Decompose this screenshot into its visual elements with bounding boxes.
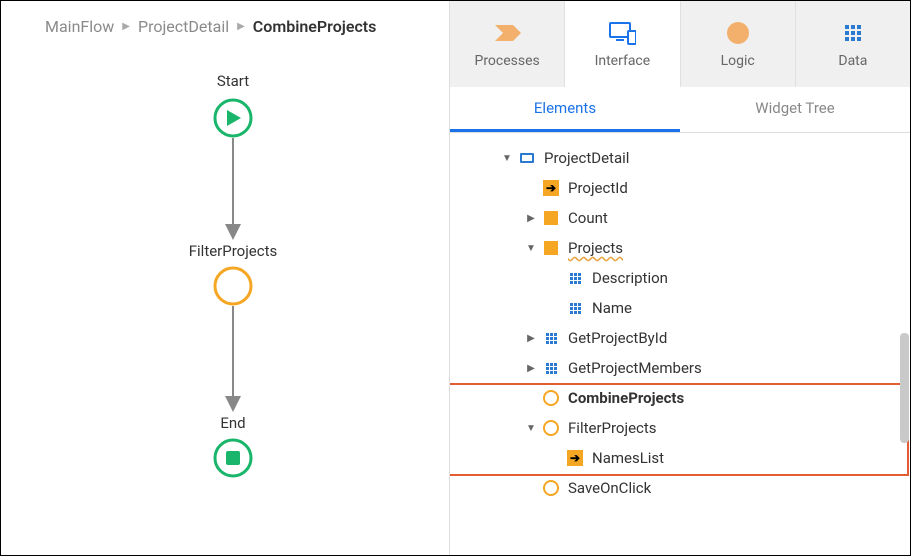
action-icon <box>540 390 562 406</box>
sub-tab-widget-tree[interactable]: Widget Tree <box>680 87 910 132</box>
interface-icon <box>608 19 636 47</box>
aggregate-icon <box>540 363 562 374</box>
tree-toggle-icon[interactable]: ▼ <box>498 153 516 164</box>
tree-item-projectdetail[interactable]: ▼ ProjectDetail <box>450 143 910 173</box>
tree-item-label: Projects <box>568 239 900 257</box>
sub-tab-elements[interactable]: Elements <box>450 87 680 132</box>
action-icon <box>540 480 562 496</box>
tree-item-count[interactable]: ▶ Count <box>450 203 910 233</box>
variable-icon <box>540 241 562 255</box>
action-icon <box>540 420 562 436</box>
flow-canvas[interactable]: Start FilterProjects End <box>1 48 449 555</box>
breadcrumb-item[interactable]: CombineProjects <box>253 17 377 36</box>
aggregate-icon <box>540 333 562 344</box>
action-node-icon[interactable] <box>215 268 251 304</box>
elements-tree[interactable]: ▼ ProjectDetail ➔ ProjectId ▶ Count <box>450 133 910 555</box>
tree-item-projects[interactable]: ▼ Projects <box>450 233 910 263</box>
input-param-icon: ➔ <box>564 450 586 466</box>
tree-item-label: SaveOnClick <box>568 479 900 497</box>
app-window: MainFlow ▶ ProjectDetail ▶ CombineProjec… <box>0 0 911 556</box>
tree-toggle-icon[interactable]: ▼ <box>522 423 540 434</box>
tab-label: Logic <box>721 53 755 69</box>
attribute-icon <box>564 303 586 314</box>
sub-tab-bar: Elements Widget Tree <box>450 87 910 133</box>
tree-item-label: ProjectId <box>568 179 900 197</box>
tab-processes[interactable]: Processes <box>450 1 565 87</box>
tab-label: Interface <box>595 53 651 69</box>
breadcrumb: MainFlow ▶ ProjectDetail ▶ CombineProjec… <box>1 1 449 48</box>
tree-toggle-icon[interactable]: ▶ <box>522 363 540 374</box>
chevron-right-icon: ▶ <box>122 21 130 32</box>
attribute-icon <box>564 273 586 284</box>
variable-icon <box>540 211 562 225</box>
side-panel: Processes Interface Logic <box>449 1 910 555</box>
tree-item-label: GetProjectById <box>568 329 900 347</box>
tree-item-label: Count <box>568 209 900 227</box>
end-node-icon[interactable] <box>215 440 251 476</box>
tree-item-label: Name <box>592 299 900 317</box>
tab-label: Processes <box>474 53 539 69</box>
tree-item-getprojectbyid[interactable]: ▶ GetProjectById <box>450 323 910 353</box>
input-param-icon: ➔ <box>540 180 562 196</box>
tree-toggle-icon[interactable]: ▶ <box>522 333 540 344</box>
tree-toggle-icon[interactable]: ▶ <box>522 213 540 224</box>
start-node-icon[interactable] <box>215 100 251 136</box>
tree-item-label: ProjectDetail <box>544 149 900 167</box>
tab-data[interactable]: Data <box>796 1 910 87</box>
tab-interface[interactable]: Interface <box>565 1 680 87</box>
tree-item-label: GetProjectMembers <box>568 359 900 377</box>
tab-label: Data <box>838 53 867 69</box>
screen-icon <box>516 153 538 163</box>
breadcrumb-item[interactable]: ProjectDetail <box>138 17 229 36</box>
tree-item-combineprojects[interactable]: CombineProjects <box>450 383 910 413</box>
tree-item-getprojectmembers[interactable]: ▶ GetProjectMembers <box>450 353 910 383</box>
tree-item-filterprojects[interactable]: ▼ FilterProjects <box>450 413 910 443</box>
sub-tab-label: Elements <box>534 99 596 117</box>
tree-item-label: Description <box>592 269 900 287</box>
tab-logic[interactable]: Logic <box>681 1 796 87</box>
sub-tab-label: Widget Tree <box>755 99 834 117</box>
tree-toggle-icon[interactable]: ▼ <box>522 243 540 254</box>
breadcrumb-item[interactable]: MainFlow <box>45 17 114 36</box>
tree-item-name[interactable]: Name <box>450 293 910 323</box>
tree-item-saveonclick[interactable]: SaveOnClick <box>450 473 910 503</box>
tree-item-nameslist[interactable]: ➔ NamesList <box>450 443 910 473</box>
processes-icon <box>493 19 521 47</box>
top-tab-bar: Processes Interface Logic <box>450 1 910 87</box>
data-icon <box>839 19 867 47</box>
tree-item-label: FilterProjects <box>568 419 900 437</box>
scrollbar-thumb[interactable] <box>900 333 909 443</box>
tree-item-description[interactable]: Description <box>450 263 910 293</box>
tree-item-projectid[interactable]: ➔ ProjectId <box>450 173 910 203</box>
flow-canvas-panel: MainFlow ▶ ProjectDetail ▶ CombineProjec… <box>1 1 449 555</box>
tree-item-label: NamesList <box>592 449 900 467</box>
chevron-right-icon: ▶ <box>237 21 245 32</box>
logic-icon <box>724 19 752 47</box>
flow-diagram <box>1 48 449 555</box>
tree-item-label: CombineProjects <box>568 389 900 407</box>
